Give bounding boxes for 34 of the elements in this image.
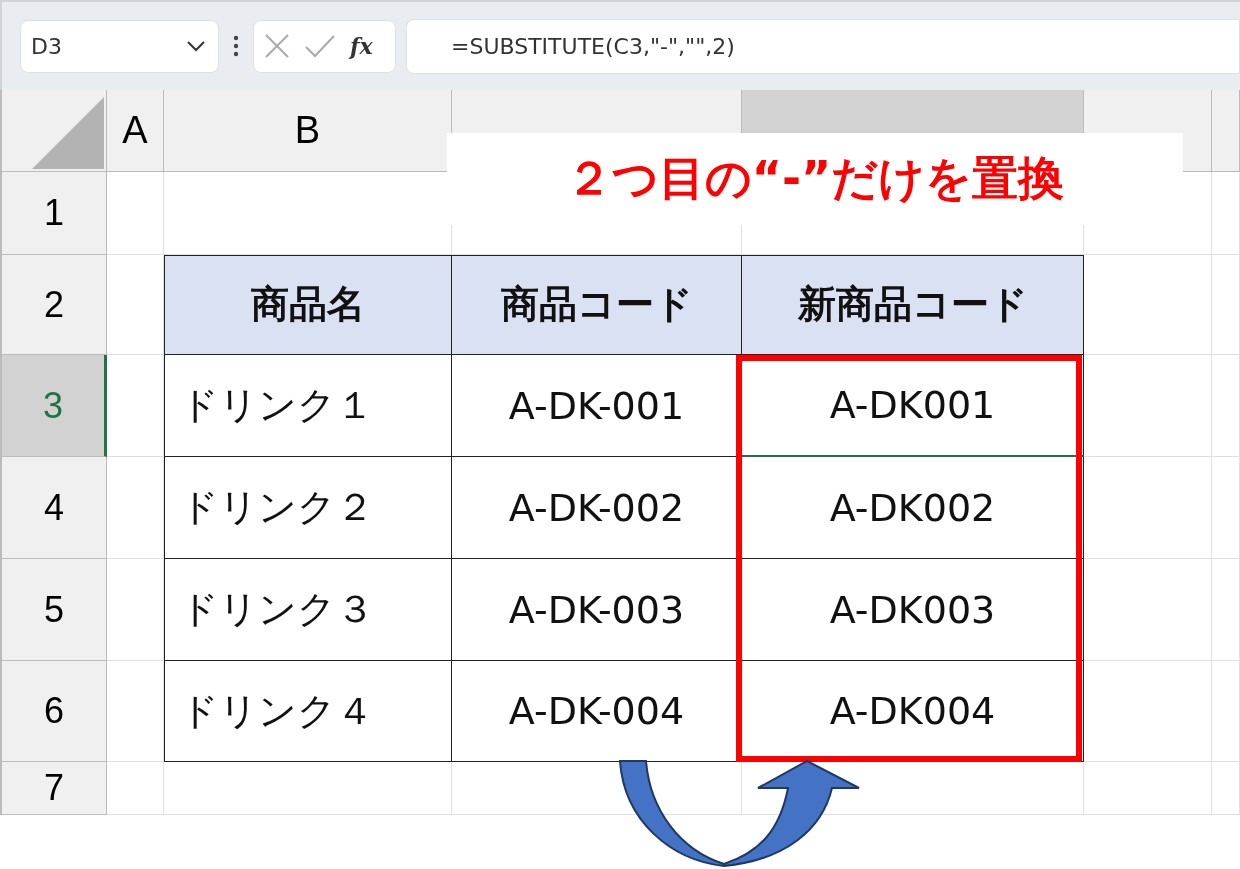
grid-cell [107, 762, 164, 815]
table-cell: A-DK002 [742, 457, 1084, 559]
row-header[interactable]: 3 [2, 355, 107, 457]
more-options-icon[interactable] [233, 35, 239, 57]
table-cell: A-DK-001 [452, 355, 742, 457]
table-cell: A-DK-002 [452, 457, 742, 559]
column-heading: 商品名 [164, 255, 452, 355]
grid-cell [1212, 762, 1240, 815]
callout-tooltip: ２つ目の“-”だけを置換 [447, 133, 1183, 225]
select-all-button[interactable] [2, 90, 107, 172]
cancel-icon[interactable] [264, 33, 290, 59]
row-header[interactable]: 6 [2, 661, 107, 762]
column-heading: 新商品コード [742, 255, 1084, 355]
table-cell: ドリンク１ [164, 355, 452, 457]
row-header[interactable]: 4 [2, 457, 107, 559]
table-cell: A-DK-003 [452, 559, 742, 661]
row-header[interactable]: 2 [2, 255, 107, 355]
table-cell: ドリンク３ [164, 559, 452, 661]
insert-function-button[interactable]: fx [350, 33, 373, 59]
formula-field[interactable]: =SUBSTITUTE(C3,"-","",2) [406, 18, 1240, 74]
column-header[interactable] [1212, 90, 1240, 172]
table-cell: A-DK001 [742, 355, 1084, 457]
table-cell: ドリンク４ [164, 661, 452, 762]
row-header[interactable]: 7 [2, 762, 107, 815]
check-icon[interactable] [304, 34, 336, 58]
table-cell: ドリンク２ [164, 457, 452, 559]
name-box[interactable]: D3 [20, 19, 219, 73]
table-cell: A-DK003 [742, 559, 1084, 661]
row-header[interactable]: 5 [2, 559, 107, 661]
column-heading: 商品コード [452, 255, 742, 355]
column-header[interactable]: A [107, 90, 164, 172]
chevron-down-icon [186, 40, 206, 52]
column-header[interactable]: B [164, 90, 452, 172]
row-header[interactable]: 1 [2, 172, 107, 255]
